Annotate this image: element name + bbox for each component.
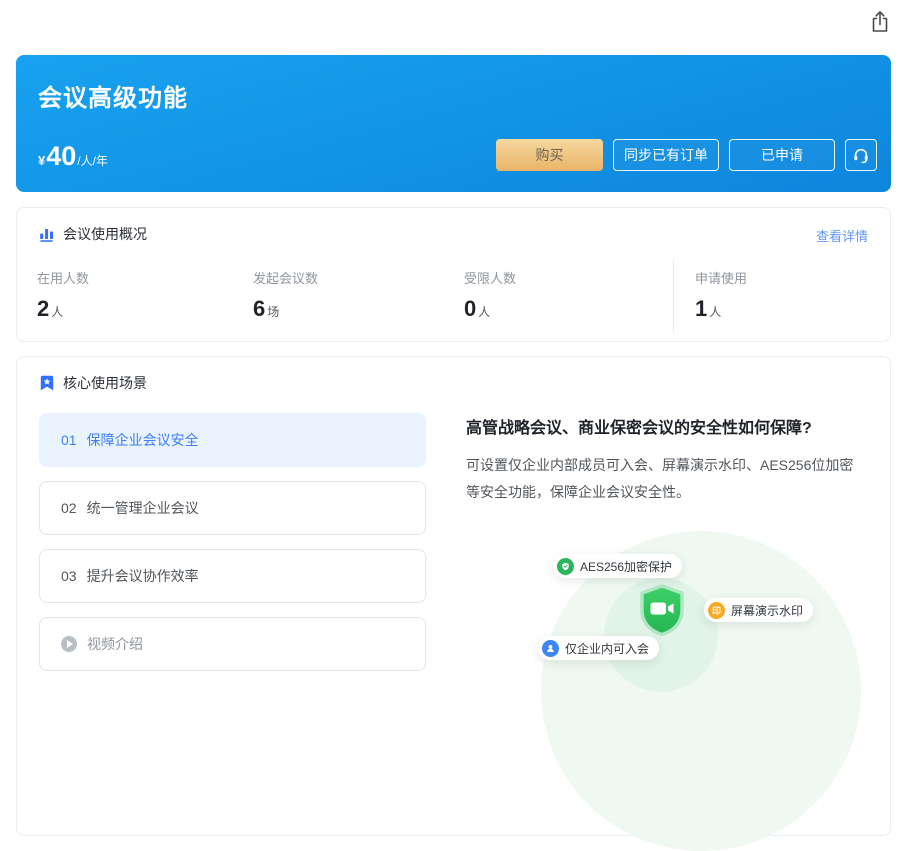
page-title: 会议高级功能 bbox=[38, 78, 188, 113]
badge-internal-only: 仅企业内可入会 bbox=[538, 636, 659, 660]
banner: 会议高级功能 ¥ 40 /人/年 购买 同步已有订单 已申请 bbox=[16, 55, 891, 192]
stat-unit: 场 bbox=[267, 303, 279, 320]
stat-active-users: 在用人数 2 人 bbox=[37, 268, 89, 322]
usage-card-header: 会议使用概况 bbox=[39, 224, 147, 244]
stat-value: 6 bbox=[253, 296, 265, 322]
shield-camera-icon bbox=[638, 584, 686, 636]
usage-overview-card: 会议使用概况 查看详情 在用人数 2 人 发起会议数 6 场 受限人数 0 人 … bbox=[16, 207, 891, 342]
scenario-detail-heading: 高管战略会议、商业保密会议的安全性如何保障? bbox=[466, 414, 878, 438]
badge-label: 屏幕演示水印 bbox=[731, 602, 803, 619]
stat-unit: 人 bbox=[51, 303, 63, 320]
scenarios-card-title: 核心使用场景 bbox=[63, 373, 147, 393]
stat-value: 0 bbox=[464, 296, 476, 322]
stat-restricted-users: 受限人数 0 人 bbox=[464, 268, 516, 322]
shield-check-icon bbox=[557, 558, 574, 575]
video-intro-label: 视频介绍 bbox=[87, 634, 143, 654]
scenarios-card-header: 核心使用场景 bbox=[39, 373, 147, 393]
stat-value: 1 bbox=[695, 296, 707, 322]
illustration-outer-circle bbox=[541, 531, 861, 851]
usage-card-title: 会议使用概况 bbox=[63, 224, 147, 244]
scenario-number: 03 bbox=[61, 568, 77, 584]
scenario-number: 02 bbox=[61, 500, 77, 516]
scenario-label: 提升会议协作效率 bbox=[87, 566, 199, 586]
stat-meetings-started: 发起会议数 6 场 bbox=[253, 268, 318, 322]
scenario-list: 01 保障企业会议安全 02 统一管理企业会议 03 提升会议协作效率 视频介绍 bbox=[39, 413, 426, 685]
headset-icon bbox=[852, 146, 870, 164]
support-button[interactable] bbox=[845, 139, 877, 171]
scenario-label: 保障企业会议安全 bbox=[87, 430, 199, 450]
banner-actions: 购买 同步已有订单 已申请 bbox=[496, 139, 877, 171]
share-icon bbox=[869, 10, 891, 34]
video-intro-item[interactable]: 视频介绍 bbox=[39, 617, 426, 671]
share-button[interactable] bbox=[868, 10, 892, 36]
security-shield-illustration bbox=[638, 584, 686, 636]
stat-label: 受限人数 bbox=[464, 268, 516, 287]
scenario-detail-desc-line1: 可设置仅企业内部成员可入会、屏幕演示水印、AES256位加密 bbox=[466, 452, 878, 479]
stat-label: 申请使用 bbox=[695, 268, 747, 287]
buy-button[interactable]: 购买 bbox=[496, 139, 603, 171]
scenario-detail-desc-line2: 等安全功能，保障企业会议安全性。 bbox=[466, 479, 878, 506]
scenario-number: 01 bbox=[61, 432, 77, 448]
stat-unit: 人 bbox=[709, 303, 721, 320]
illustration-dot bbox=[866, 606, 880, 620]
stat-value: 2 bbox=[37, 296, 49, 322]
badge-watermark: 印 屏幕演示水印 bbox=[704, 598, 813, 622]
stats-divider bbox=[673, 260, 674, 332]
badge-aes256: AES256加密保护 bbox=[553, 554, 682, 578]
price-amount: 40 bbox=[46, 143, 76, 170]
core-scenarios-card: 核心使用场景 01 保障企业会议安全 02 统一管理企业会议 03 提升会议协作… bbox=[16, 356, 891, 836]
scenario-label: 统一管理企业会议 bbox=[87, 498, 199, 518]
person-icon bbox=[542, 640, 559, 657]
view-details-link[interactable]: 查看详情 bbox=[816, 226, 868, 245]
price-unit: /人/年 bbox=[77, 152, 108, 169]
applied-button[interactable]: 已申请 bbox=[729, 139, 835, 171]
play-icon bbox=[61, 636, 77, 652]
stamp-icon: 印 bbox=[708, 602, 725, 619]
price-currency: ¥ bbox=[38, 153, 45, 168]
bookmark-star-icon bbox=[39, 375, 55, 391]
stat-unit: 人 bbox=[478, 303, 490, 320]
scenario-item-2[interactable]: 02 统一管理企业会议 bbox=[39, 481, 426, 535]
stat-label: 在用人数 bbox=[37, 268, 89, 287]
sync-orders-button[interactable]: 同步已有订单 bbox=[613, 139, 719, 171]
badge-label: 仅企业内可入会 bbox=[565, 640, 649, 657]
scenario-item-3[interactable]: 03 提升会议协作效率 bbox=[39, 549, 426, 603]
scenario-item-1[interactable]: 01 保障企业会议安全 bbox=[39, 413, 426, 467]
stat-label: 发起会议数 bbox=[253, 268, 318, 287]
stat-apply-usage: 申请使用 1 人 bbox=[695, 268, 747, 322]
badge-label: AES256加密保护 bbox=[580, 558, 672, 575]
price: ¥ 40 /人/年 bbox=[38, 143, 108, 170]
scenario-detail: 高管战略会议、商业保密会议的安全性如何保障? 可设置仅企业内部成员可入会、屏幕演… bbox=[466, 414, 878, 506]
bar-chart-icon bbox=[39, 226, 55, 242]
